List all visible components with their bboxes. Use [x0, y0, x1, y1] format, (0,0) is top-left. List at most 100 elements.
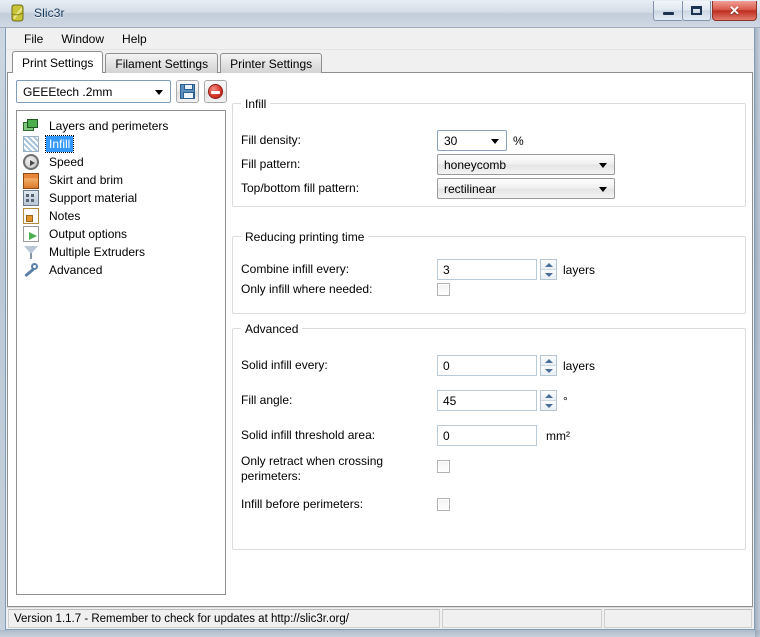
solid-infill-every-input[interactable]: 0: [437, 355, 537, 376]
chevron-down-icon: [155, 90, 163, 95]
sidebar-item-label: Multiple Extruders: [46, 244, 148, 260]
triangle-up-icon: [545, 394, 553, 398]
delete-preset-button[interactable]: [204, 80, 227, 103]
fill-pattern-select[interactable]: honeycomb: [437, 154, 615, 175]
save-preset-button[interactable]: [176, 80, 199, 103]
title-bar: Slic3r ✕: [0, 0, 760, 28]
menu-item-help[interactable]: Help: [113, 29, 156, 49]
stepper-up[interactable]: [541, 260, 556, 270]
status-pane-secondary: [442, 609, 602, 628]
triangle-up-icon: [545, 359, 553, 363]
slic3r-logo-icon: [9, 4, 26, 22]
floppy-disk-save-icon: [180, 84, 195, 99]
fill-density-select[interactable]: 30: [437, 130, 507, 151]
tab-print-settings[interactable]: Print Settings: [12, 51, 103, 73]
client-area: File Window Help Print Settings Filament…: [5, 28, 755, 630]
minimize-button[interactable]: [653, 1, 682, 21]
solid-infill-threshold-area-input[interactable]: 0: [437, 425, 537, 446]
combine-infill-every-stepper[interactable]: [540, 259, 557, 280]
sidebar-item-output-options[interactable]: Output options: [23, 225, 225, 243]
sidebar-item-label: Infill: [46, 136, 73, 152]
solid-infill-threshold-area-value: 0: [443, 429, 450, 443]
sidebar-item-layers-and-perimeters[interactable]: Layers and perimeters: [23, 117, 225, 135]
sidebar-item-label: Support material: [46, 190, 140, 206]
solid-infill-threshold-area-label: Solid infill threshold area:: [241, 428, 437, 443]
infill-before-perimeters-checkbox[interactable]: [437, 498, 450, 511]
support-building-icon: [23, 190, 39, 206]
infill-group-title: Infill: [241, 97, 270, 111]
client-inner: File Window Help Print Settings Filament…: [6, 28, 754, 629]
stepper-down[interactable]: [541, 366, 556, 375]
triangle-down-icon: [545, 273, 553, 277]
menu-item-window[interactable]: Window: [52, 29, 113, 49]
status-pane-version: Version 1.1.7 - Remember to check for up…: [8, 609, 440, 628]
output-arrow-icon: [23, 226, 39, 242]
fill-angle-input[interactable]: 45: [437, 390, 537, 411]
infill-before-perimeters-label: Infill before perimeters:: [241, 497, 437, 512]
fill-angle-label: Fill angle:: [241, 393, 437, 408]
solid-infill-every-value: 0: [443, 359, 450, 373]
sidebar-item-advanced[interactable]: Advanced: [23, 261, 225, 279]
advanced-group-title: Advanced: [241, 322, 302, 336]
tab-printer-settings[interactable]: Printer Settings: [220, 53, 322, 73]
sidebar-item-label: Speed: [46, 154, 87, 170]
preset-toolbar: GEEEtech .2mm: [16, 80, 227, 103]
sidebar-item-label: Advanced: [46, 262, 105, 278]
fill-density-unit: %: [513, 134, 524, 148]
combine-infill-every-input[interactable]: 3: [437, 259, 537, 280]
window-right-edge: [755, 28, 760, 637]
stepper-down[interactable]: [541, 270, 556, 279]
solid-infill-every-label: Solid infill every:: [241, 358, 437, 373]
fill-pattern-row: Fill pattern: honeycomb: [241, 154, 739, 175]
tab-strip: Print Settings Filament Settings Printer…: [12, 51, 324, 73]
print-settings-page: GEEEtech .2mm Layers and perimeters: [7, 72, 753, 607]
sidebar-item-speed[interactable]: Speed: [23, 153, 225, 171]
sidebar-item-label: Layers and perimeters: [46, 118, 171, 134]
sidebar-item-notes[interactable]: Notes: [23, 207, 225, 225]
speedometer-icon: [23, 154, 39, 170]
solid-infill-every-stepper[interactable]: [540, 355, 557, 376]
preset-select-value: GEEEtech .2mm: [23, 85, 112, 99]
preset-select[interactable]: GEEEtech .2mm: [16, 80, 171, 103]
triangle-up-icon: [545, 263, 553, 267]
stepper-down[interactable]: [541, 401, 556, 410]
solid-infill-threshold-area-row: Solid infill threshold area: 0 mm²: [241, 425, 739, 446]
top-bottom-fill-pattern-label: Top/bottom fill pattern:: [241, 181, 437, 196]
minimize-icon: [663, 12, 674, 15]
fill-angle-value: 45: [443, 394, 456, 408]
options-area: Infill Fill density: 30 % Fill pattern:: [232, 103, 746, 596]
maximize-icon: [691, 6, 702, 15]
top-bottom-fill-pattern-select[interactable]: rectilinear: [437, 178, 615, 199]
fill-pattern-label: Fill pattern:: [241, 157, 437, 172]
close-button[interactable]: ✕: [712, 1, 757, 21]
fill-angle-unit: °: [563, 394, 568, 408]
sidebar-item-support-material[interactable]: Support material: [23, 189, 225, 207]
fill-density-value: 30: [444, 134, 457, 148]
sidebar-item-infill[interactable]: Infill: [23, 135, 225, 153]
only-infill-where-needed-checkbox[interactable]: [437, 283, 450, 296]
combine-infill-every-row: Combine infill every: 3 layers: [241, 259, 739, 280]
chevron-down-icon: [599, 187, 607, 192]
tab-filament-settings[interactable]: Filament Settings: [105, 53, 218, 73]
fill-angle-stepper[interactable]: [540, 390, 557, 411]
wrench-icon: [23, 262, 39, 278]
window-bottom-edge: [0, 630, 760, 637]
fill-density-label: Fill density:: [241, 133, 437, 148]
stepper-up[interactable]: [541, 391, 556, 401]
layers-icon: [23, 118, 39, 134]
only-retract-when-crossing-perimeters-checkbox[interactable]: [437, 460, 450, 473]
solid-infill-every-unit: layers: [563, 359, 595, 373]
combine-infill-every-label: Combine infill every:: [241, 262, 437, 277]
settings-category-tree[interactable]: Layers and perimeters Infill Speed Skirt…: [16, 110, 226, 595]
menu-item-file[interactable]: File: [15, 29, 52, 49]
only-infill-where-needed-label: Only infill where needed:: [241, 282, 437, 297]
maximize-button[interactable]: [682, 1, 711, 21]
only-retract-when-crossing-perimeters-label: Only retract when crossing perimeters:: [241, 454, 437, 484]
menu-bar: File Window Help: [6, 28, 754, 50]
slic3r-application-window: Slic3r ✕ File Window Help Print S: [0, 0, 760, 637]
sidebar-item-label: Notes: [46, 208, 83, 224]
sidebar-item-multiple-extruders[interactable]: Multiple Extruders: [23, 243, 225, 261]
sidebar-item-skirt-and-brim[interactable]: Skirt and brim: [23, 171, 225, 189]
stepper-up[interactable]: [541, 356, 556, 366]
status-pane-tertiary: [604, 609, 752, 628]
